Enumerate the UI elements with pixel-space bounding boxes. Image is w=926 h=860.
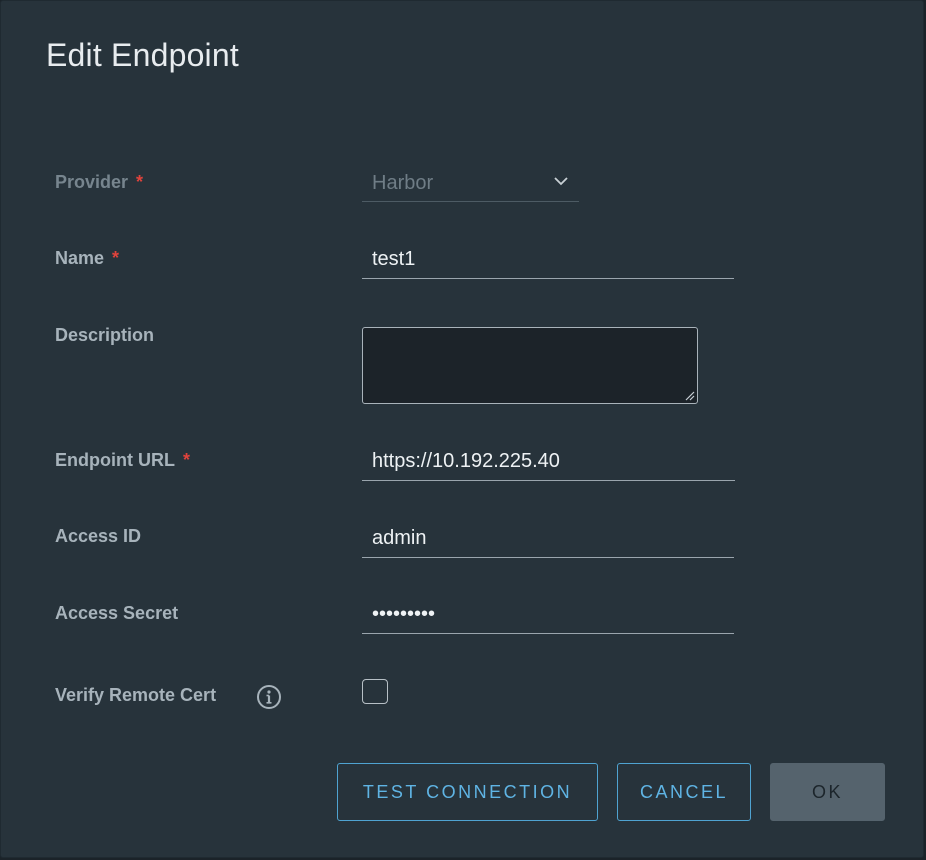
required-marker: * xyxy=(136,172,144,192)
endpoint-url-field xyxy=(362,443,735,481)
access-secret-label: Access Secret xyxy=(55,603,178,624)
provider-select[interactable]: Harbor xyxy=(362,165,579,202)
description-label-text: Description xyxy=(55,325,155,345)
verify-remote-cert-checkbox[interactable] xyxy=(362,679,388,704)
endpoint-url-label-text: Endpoint URL xyxy=(55,450,175,470)
description-textarea[interactable] xyxy=(362,327,698,404)
name-input[interactable] xyxy=(362,241,734,277)
dialog-title: Edit Endpoint xyxy=(46,37,239,73)
provider-label-text: Provider xyxy=(55,172,129,192)
endpoint-url-label: Endpoint URL * xyxy=(55,450,190,471)
name-label-text: Name xyxy=(55,248,105,268)
cancel-button[interactable]: CANCEL xyxy=(617,763,751,821)
access-id-label: Access ID xyxy=(55,526,141,547)
verify-remote-cert-label: Verify Remote Cert xyxy=(55,685,216,706)
access-secret-input[interactable] xyxy=(362,596,734,632)
resize-grip-icon[interactable] xyxy=(683,389,695,401)
required-marker: * xyxy=(182,450,190,470)
ok-button[interactable]: OK xyxy=(770,763,885,821)
name-field xyxy=(362,241,734,279)
access-secret-field xyxy=(362,596,734,634)
required-marker: * xyxy=(112,248,120,268)
endpoint-url-input[interactable] xyxy=(362,443,735,479)
test-connection-button[interactable]: TEST CONNECTION xyxy=(337,763,598,821)
name-label: Name * xyxy=(55,248,119,269)
info-icon[interactable] xyxy=(256,684,282,710)
description-label: Description xyxy=(55,325,154,346)
provider-label: Provider * xyxy=(55,172,143,193)
access-secret-label-text: Access Secret xyxy=(55,603,179,623)
access-id-input[interactable] xyxy=(362,520,734,556)
verify-remote-cert-label-text: Verify Remote Cert xyxy=(55,685,217,705)
access-id-field xyxy=(362,520,734,558)
provider-value: Harbor xyxy=(372,172,434,194)
edit-endpoint-dialog: Edit Endpoint Provider * Harbor Name * Des… xyxy=(0,0,924,858)
chevron-down-icon xyxy=(554,177,568,186)
access-id-label-text: Access ID xyxy=(55,526,142,546)
